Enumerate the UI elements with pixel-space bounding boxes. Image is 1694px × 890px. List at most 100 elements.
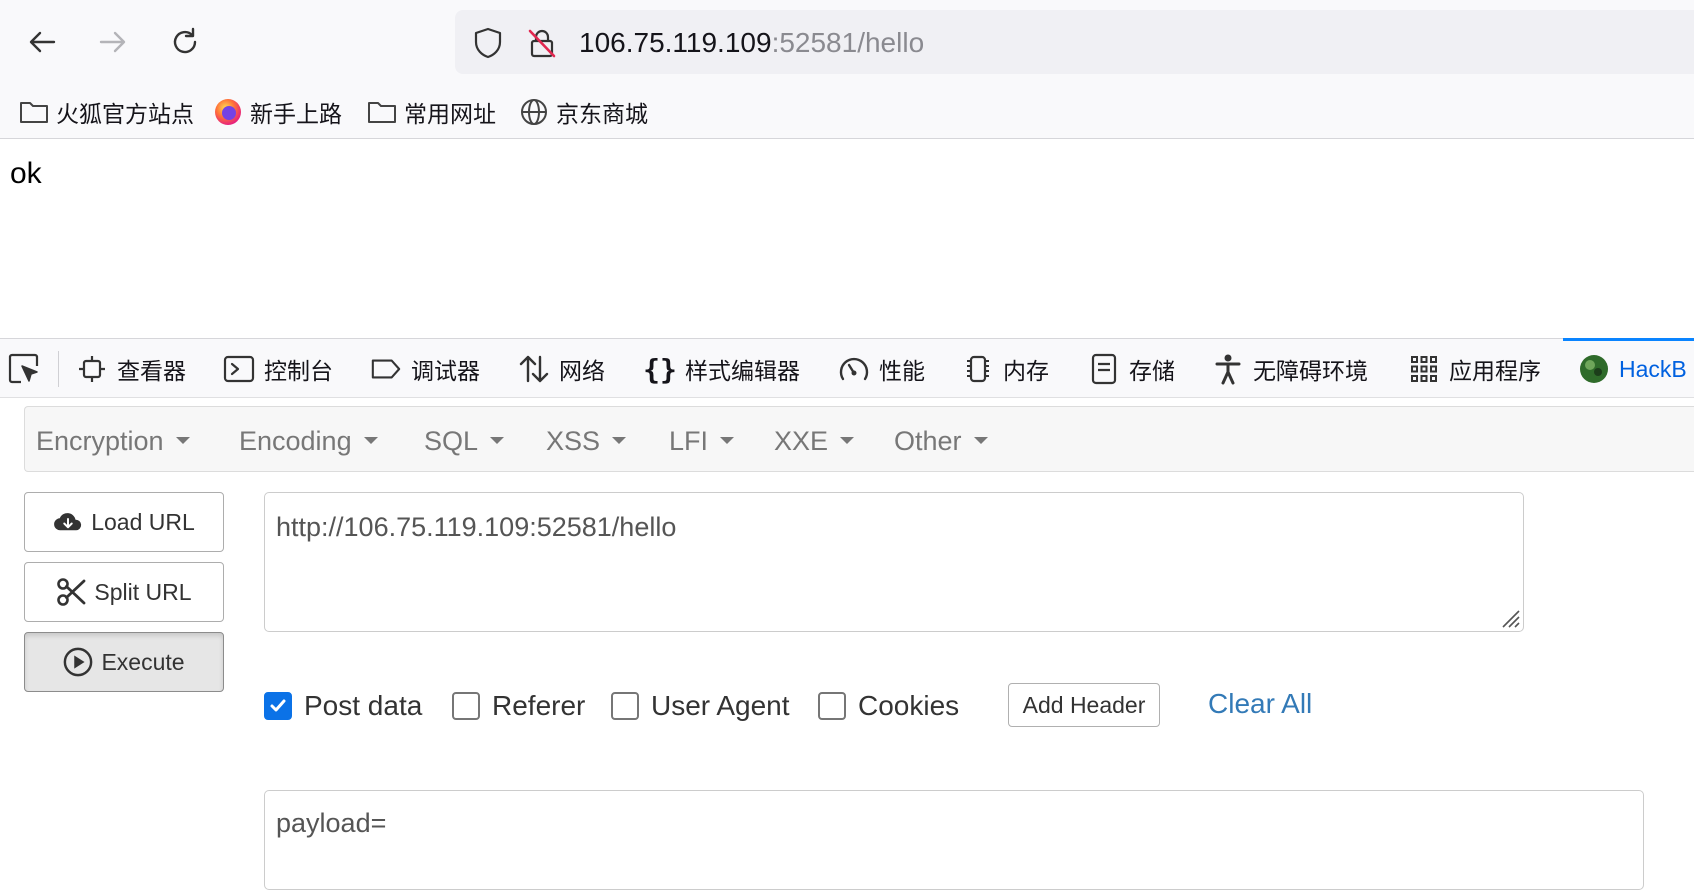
tab-label: 应用程序 [1449, 358, 1541, 384]
clear-all-link[interactable]: Clear All [1208, 688, 1312, 720]
bookmark-item[interactable]: 火狐官方站点 [18, 94, 194, 130]
option-label: Post data [304, 690, 423, 721]
option-post-data[interactable]: Post data [264, 684, 422, 728]
menu-encryption[interactable]: Encryption [36, 425, 190, 457]
forward-button[interactable] [93, 22, 133, 62]
url-host: 106.75.119.109 [579, 27, 772, 58]
bookmark-item[interactable]: 京东商城 [518, 94, 648, 130]
load-url-button[interactable]: Load URL [24, 492, 224, 552]
hackbar-menu: Encryption Encoding SQL XSS LFI XXE Othe… [24, 406, 1694, 472]
menu-label: Encryption [36, 426, 164, 456]
accessibility-icon [1212, 353, 1244, 385]
menu-other[interactable]: Other [894, 425, 988, 457]
menu-lfi[interactable]: LFI [669, 425, 735, 457]
post-data-checkbox[interactable] [264, 692, 292, 720]
tab-performance[interactable]: 性能 [838, 347, 925, 391]
menu-xss[interactable]: XSS [546, 425, 627, 457]
caret-down-icon [973, 437, 988, 445]
back-button[interactable] [22, 22, 62, 62]
arrow-left-icon [29, 31, 56, 53]
tab-label: 控制台 [264, 358, 333, 384]
tab-label: 内存 [1003, 358, 1049, 384]
button-label: Load URL [91, 508, 195, 535]
user-agent-checkbox[interactable] [611, 692, 639, 720]
folder-icon [366, 96, 398, 128]
menu-label: XSS [546, 426, 601, 456]
menu-label: Other [894, 426, 962, 456]
referer-checkbox[interactable] [452, 692, 480, 720]
style-editor-icon: {} [643, 352, 677, 386]
page-body-text: ok [10, 157, 42, 190]
bookmark-label: 火狐官方站点 [56, 101, 194, 127]
application-icon [1408, 353, 1440, 385]
option-label: Cookies [858, 690, 960, 721]
reload-button[interactable] [165, 22, 205, 62]
split-url-button[interactable]: Split URL [24, 562, 224, 622]
tab-inspector[interactable]: 查看器 [76, 347, 186, 391]
tab-label: 无障碍环境 [1253, 358, 1368, 384]
globe-icon [518, 96, 550, 128]
bookmark-label: 新手上路 [250, 101, 342, 127]
tab-label: 性能 [879, 358, 925, 384]
url-textarea-value: http://106.75.119.109:52581/hello [276, 512, 677, 542]
memory-icon [962, 353, 994, 385]
caret-down-icon [175, 437, 190, 445]
hackbar-icon [1578, 353, 1610, 385]
tab-label: 存储 [1129, 358, 1175, 384]
bookmark-label: 京东商城 [556, 101, 648, 127]
url-text[interactable]: 106.75.119.109:52581/hello [579, 26, 924, 60]
firefox-logo-icon [212, 96, 244, 128]
menu-label: XXE [774, 426, 829, 456]
menu-label: LFI [669, 426, 709, 456]
tab-label: 调试器 [411, 358, 480, 384]
tab-network[interactable]: 网络 [518, 347, 605, 391]
bookmark-label: 常用网址 [404, 101, 496, 127]
option-label: User Agent [651, 690, 790, 721]
tab-debugger[interactable]: 调试器 [370, 347, 480, 391]
url-path: :52581/hello [771, 27, 925, 58]
storage-icon [1088, 353, 1120, 385]
devtools-tabbar: 查看器 控制台 调试器 网络 {} 样式编辑器 性能 内存 存储 无障碍环境 应… [0, 338, 1694, 398]
cloud-download-icon [53, 507, 83, 537]
insecure-lock-icon[interactable] [525, 26, 559, 60]
cookies-checkbox[interactable] [818, 692, 846, 720]
console-icon [223, 353, 255, 385]
resize-handle-icon[interactable] [1497, 605, 1521, 629]
arrow-right-icon [99, 31, 126, 53]
option-referer[interactable]: Referer [452, 684, 585, 728]
menu-encoding[interactable]: Encoding [239, 425, 378, 457]
inspector-icon [76, 353, 108, 385]
button-label: Execute [101, 648, 185, 675]
caret-down-icon [840, 437, 855, 445]
checkmark-icon [270, 699, 286, 712]
menu-sql[interactable]: SQL [424, 425, 505, 457]
caret-down-icon [720, 437, 735, 445]
shield-icon[interactable] [471, 26, 505, 60]
active-tab-indicator [1563, 338, 1694, 341]
address-bar[interactable]: 106.75.119.109:52581/hello [455, 10, 1694, 74]
tab-accessibility[interactable]: 无障碍环境 [1212, 347, 1368, 391]
folder-icon [18, 96, 50, 128]
bookmark-item[interactable]: 新手上路 [212, 94, 342, 130]
debugger-icon [370, 353, 402, 385]
tab-style-editor[interactable]: {} 样式编辑器 [643, 347, 800, 391]
option-user-agent[interactable]: User Agent [611, 684, 790, 728]
element-picker-icon[interactable] [6, 351, 42, 387]
tab-label: 查看器 [117, 358, 186, 384]
execute-button[interactable]: Execute [24, 632, 224, 692]
tab-storage[interactable]: 存储 [1088, 347, 1175, 391]
tab-application[interactable]: 应用程序 [1408, 347, 1541, 391]
browser-toolbar: 106.75.119.109:52581/hello [0, 0, 1694, 86]
post-data-textarea[interactable]: payload= [264, 790, 1644, 890]
performance-icon [838, 353, 870, 385]
play-circle-icon [63, 647, 93, 677]
tab-memory[interactable]: 内存 [962, 347, 1049, 391]
menu-xxe[interactable]: XXE [774, 425, 855, 457]
divider [58, 351, 59, 387]
tab-hackbar[interactable]: HackB [1578, 347, 1687, 391]
add-header-button[interactable]: Add Header [1008, 683, 1160, 727]
url-textarea[interactable]: http://106.75.119.109:52581/hello [264, 492, 1524, 632]
bookmark-item[interactable]: 常用网址 [366, 94, 496, 130]
option-cookies[interactable]: Cookies [818, 684, 959, 728]
tab-console[interactable]: 控制台 [223, 347, 333, 391]
